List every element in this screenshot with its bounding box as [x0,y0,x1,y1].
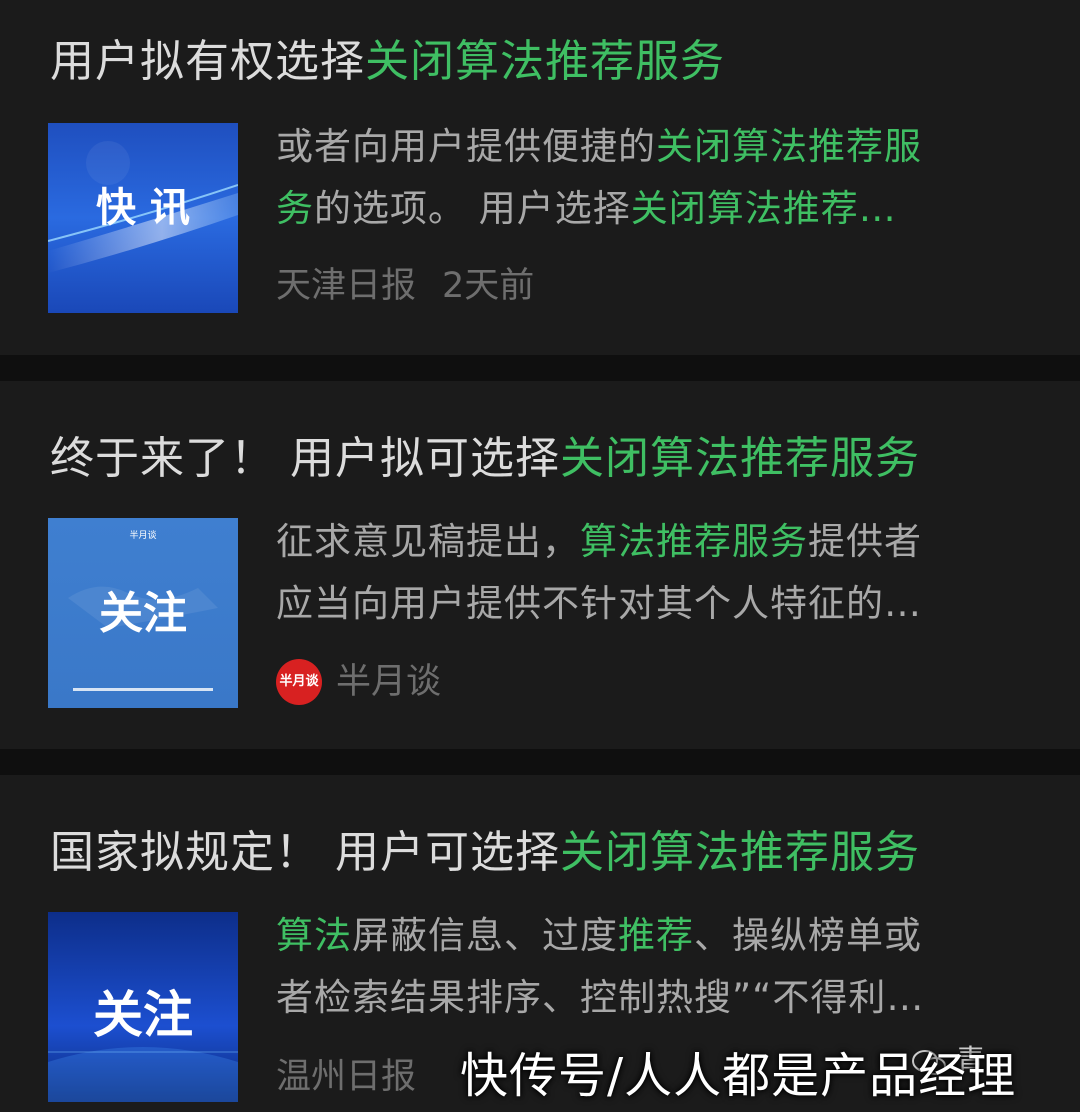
article-title[interactable]: 用户拟有权选择关闭算法推荐服务 [50,32,725,92]
article-snippet: 征求意见稿提出，算法推荐服务提供者 应当向用户提供不针对其个人特征的… [276,520,922,625]
article-thumbnail[interactable]: 快 讯 [48,123,238,313]
article-meta: 天津日报 2天前 [276,262,534,310]
card-divider [0,749,1080,775]
thumbnail-guanzhu-light: 半月谈 关注 [48,518,238,708]
article-thumbnail[interactable]: 关注 [48,912,238,1102]
article-title[interactable]: 终于来了！ 用户拟可选择关闭算法推荐服务 [50,429,920,489]
source-name: 天津日报 [276,266,417,306]
watermark-text: 快传号/人人都是产品经理 [460,1048,1017,1104]
thumbnail-guanzhu-dark: 关注 [48,912,238,1102]
article-title[interactable]: 国家拟规定！ 用户可选择关闭算法推荐服务 [50,823,920,883]
article-thumbnail[interactable]: 半月谈 关注 [48,518,238,708]
source-name: 半月谈 [336,662,442,702]
card-divider [0,355,1080,381]
svg-text:关注: 关注 [93,986,193,1044]
source-name: 温州日报 [276,1057,417,1097]
article-meta: 半月谈 半月谈 [276,658,441,706]
article-meta: 温州日报 [276,1053,416,1101]
source-logo: 半月谈 [276,659,322,705]
svg-text:快 讯: 快 讯 [96,185,190,231]
publish-time: 2天前 [442,266,535,306]
article-snippet: 或者向用户提供便捷的关闭算法推荐服 务的选项。 用户选择关闭算法推荐… [276,125,922,230]
news-card-2[interactable]: 终于来了！ 用户拟可选择关闭算法推荐服务 半月谈 关注 征求意见稿提出，算法推荐… [0,381,1080,749]
article-snippet: 算法屏蔽信息、过度推荐、操纵榜单或 者检索结果排序、控制热搜”“不得利… [276,914,925,1019]
svg-text:关注: 关注 [99,588,187,639]
thumbnail-kuaixun: 快 讯 [48,123,238,313]
svg-text:半月谈: 半月谈 [129,529,156,541]
news-card-1[interactable]: 用户拟有权选择关闭算法推荐服务 快 讯 或者向用户提供便捷的关闭算法推荐服 务的… [0,0,1080,355]
